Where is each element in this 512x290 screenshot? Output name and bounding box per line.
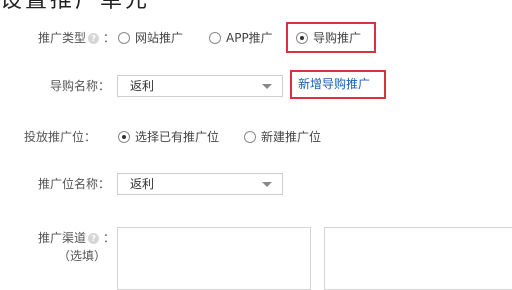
placement-name-label: 推广位名称 (38, 177, 99, 191)
colon: ： (98, 177, 111, 191)
radio-circle[interactable] (118, 32, 130, 44)
help-icon[interactable]: ? (88, 33, 100, 44)
help-icon[interactable]: ? (88, 233, 100, 244)
radio-label: 网站推广 (135, 31, 184, 45)
placement-row: 投放推广位： 选择已有推广位 新建推广位 (0, 125, 512, 149)
chevron-down-icon[interactable] (262, 182, 272, 187)
select-value: 返利 (130, 79, 155, 93)
radio-label: 选择已有推广位 (135, 130, 220, 144)
colon: ： (103, 231, 116, 245)
guide-name-select[interactable]: 返利 (117, 75, 283, 97)
radio-circle[interactable] (244, 131, 256, 143)
channel-textarea-right[interactable] (324, 227, 512, 290)
radio-circle-checked[interactable] (118, 131, 130, 143)
promo-type-label: 推广类型 (38, 31, 87, 45)
guide-name-label: 导购名称 (50, 79, 99, 93)
highlight-box-shopping-guide (286, 22, 376, 53)
radio-existing-placement[interactable]: 选择已有推广位 (118, 125, 219, 149)
promo-type-label-wrap: 推广类型?： (38, 26, 115, 50)
promo-type-row: 推广类型?： 网站推广 APP推广 导购推广 (0, 26, 512, 50)
radio-circle[interactable] (209, 32, 221, 44)
channel-textarea-left[interactable] (117, 227, 311, 290)
colon: ： (98, 79, 111, 93)
guide-name-label-wrap: 导购名称： (50, 74, 110, 98)
channel-optional-note: （选填） (58, 249, 107, 263)
colon: ： (84, 130, 97, 144)
radio-app-promo[interactable]: APP推广 (209, 26, 273, 50)
add-shopping-guide-link[interactable]: 新增导购推广 (298, 74, 370, 94)
radio-new-placement[interactable]: 新建推广位 (244, 125, 321, 149)
channel-label: 推广渠道 (38, 231, 87, 245)
page-title: 设置推广单元 (0, 0, 151, 13)
placement-label: 投放推广位 (24, 130, 85, 144)
placement-name-label-wrap: 推广位名称： (38, 172, 110, 196)
radio-label: APP推广 (226, 31, 273, 45)
select-value: 返利 (130, 177, 155, 191)
placement-name-select[interactable]: 返利 (117, 173, 283, 195)
radio-website-promo[interactable]: 网站推广 (118, 26, 183, 50)
placement-label-wrap: 投放推广位： (24, 125, 96, 149)
colon: ： (103, 31, 116, 45)
radio-label: 新建推广位 (261, 130, 322, 144)
chevron-down-icon[interactable] (262, 84, 272, 89)
